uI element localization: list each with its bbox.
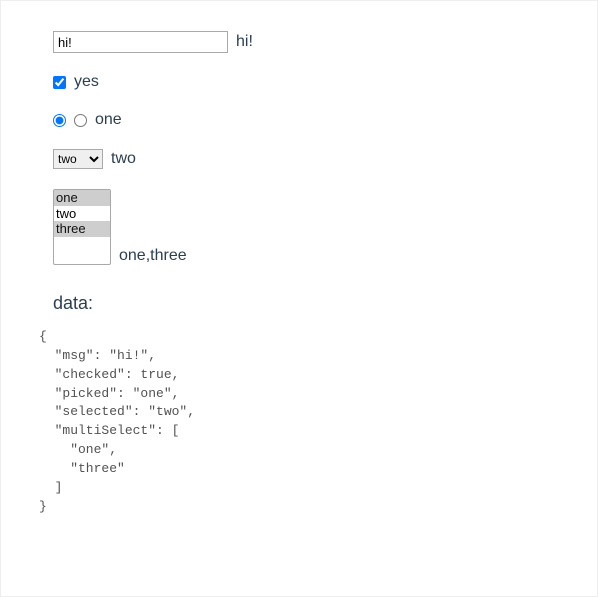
checkbox-row: yes	[53, 73, 567, 91]
multiselect-row: onetwothree one,three	[53, 189, 567, 265]
text-input-row: hi!	[53, 31, 567, 53]
checkbox-label: yes	[74, 73, 99, 91]
select-echo: two	[111, 150, 136, 168]
message-echo: hi!	[236, 33, 253, 51]
data-heading: data:	[53, 293, 567, 314]
multi-select[interactable]: onetwothree	[53, 189, 111, 265]
demo-panel: hi! yes one onetwothree two onetwothree …	[0, 0, 598, 597]
radio-row: one	[53, 111, 567, 129]
data-dump: { "msg": "hi!", "checked": true, "picked…	[39, 328, 567, 516]
radio-echo: one	[95, 111, 122, 129]
radio-two[interactable]	[74, 114, 87, 127]
multiselect-echo: one,three	[119, 247, 187, 265]
single-select[interactable]: onetwothree	[53, 149, 103, 169]
select-row: onetwothree two	[53, 149, 567, 169]
message-input[interactable]	[53, 31, 228, 53]
yes-checkbox[interactable]	[53, 76, 66, 89]
radio-one[interactable]	[53, 114, 66, 127]
